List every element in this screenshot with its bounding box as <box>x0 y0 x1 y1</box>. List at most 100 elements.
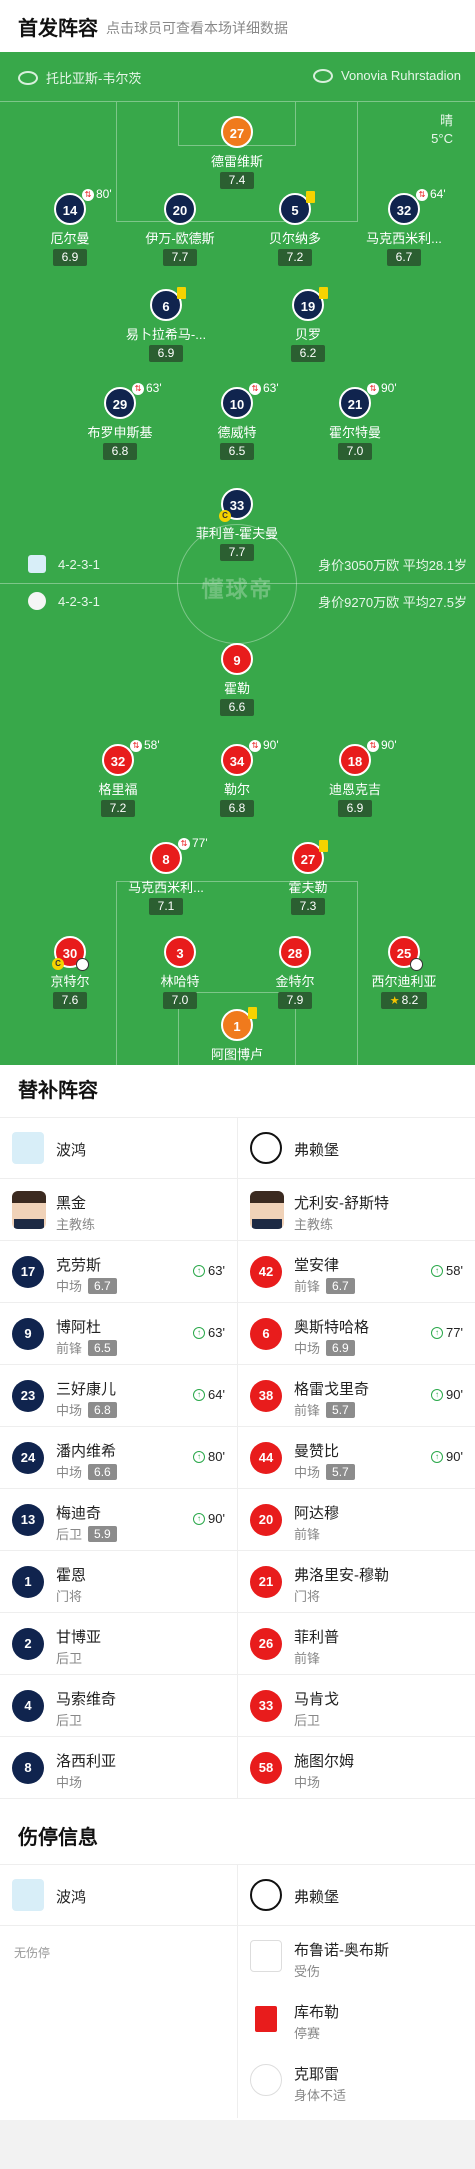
sub-off-icon: ⇅ <box>82 188 94 201</box>
jersey-number: 24 <box>12 1442 44 1474</box>
away-sub-player[interactable]: 20 阿达穆 前锋 <box>237 1489 475 1550</box>
injured-player[interactable]: 布鲁诺-奥布斯 受伤 <box>238 1926 475 1988</box>
home-player[interactable]: 20 伊万-欧德斯 7.7 <box>120 193 240 266</box>
jersey-number: 2 <box>12 1628 44 1660</box>
away-player[interactable]: 8 ⇅ 77' 马克西米利... 7.1 <box>106 836 226 915</box>
away-sub-player[interactable]: 26 菲利普 前锋 <box>237 1613 475 1674</box>
sub-on-icon: ↑ <box>193 1388 206 1401</box>
player-name: 布鲁诺-奥布斯 <box>294 1942 389 1959</box>
away-player[interactable]: 9 霍勒 6.6 <box>177 643 297 716</box>
sub-on-time: ↑ 90' <box>193 1511 225 1526</box>
home-sub-player[interactable]: 9 博阿杜 前锋 6.5 ↑ 63' <box>0 1303 237 1364</box>
player-name: 德雷维斯 <box>210 154 263 169</box>
away-sub-player[interactable]: 42 堂安律 前锋 6.7 ↑ 58' <box>237 1241 475 1302</box>
player-name: 菲利普 <box>294 1629 340 1646</box>
home-sub-player[interactable]: 2 甘博亚 后卫 <box>0 1613 237 1674</box>
away-player[interactable]: 32 ⇅ 58' 格里福 7.2 <box>58 738 178 817</box>
away-squad-value: 身价9270万欧 平均27.5岁 <box>318 595 467 610</box>
player-name: 西尔迪利亚 <box>371 974 437 989</box>
home-sub-player[interactable]: 4 马索维奇 后卫 <box>0 1675 237 1736</box>
sub-off-icon: ⇅ <box>367 739 379 752</box>
injured-player[interactable]: 库布勒 停赛 <box>238 1988 475 2050</box>
home-sub-player[interactable]: 17 克劳斯 中场 6.7 ↑ 63' <box>0 1241 237 1302</box>
jersey-number: 42 <box>250 1256 282 1288</box>
no-injury-text: 无伤停 <box>14 1946 51 1960</box>
home-coach[interactable]: 黑金 主教练 <box>0 1179 237 1240</box>
player-name: 梅迪奇 <box>56 1505 102 1522</box>
home-sub-player[interactable]: 13 梅迪奇 后卫 5.9 ↑ 90' <box>0 1489 237 1550</box>
player-rating: 6.6 <box>220 699 254 716</box>
first-aid-icon <box>250 1940 282 1972</box>
bochum-logo-icon <box>28 555 46 573</box>
player-name: 阿达穆 <box>294 1505 340 1522</box>
player-rating: 6.5 <box>220 443 254 460</box>
away-team-tab[interactable]: 弗赖堡 <box>237 1118 475 1178</box>
player-rating: 7.3 <box>291 898 325 915</box>
home-team-tab[interactable]: 波鸿 <box>0 1865 237 1925</box>
away-sub-player[interactable]: 21 弗洛里安-穆勒 门将 <box>237 1551 475 1612</box>
away-sub-player[interactable]: 44 曼赞比 中场 5.7 ↑ 90' <box>237 1427 475 1488</box>
player-name: 迪恩克吉 <box>328 782 381 797</box>
home-team-tab[interactable]: 波鸿 <box>0 1118 237 1178</box>
home-player[interactable]: 19 贝罗 6.2 <box>248 287 368 362</box>
away-formation: 4-2-3-1 <box>28 592 100 610</box>
away-sub-player[interactable]: 38 格雷戈里奇 前锋 5.7 ↑ 90' <box>237 1365 475 1426</box>
home-player[interactable]: 29 ⇅ 63' 布罗申斯基 6.8 <box>60 381 180 460</box>
jersey-number: 10 ⇅ 63' <box>221 381 279 419</box>
away-player[interactable]: 34 ⇅ 90' 勒尔 6.8 <box>177 738 297 817</box>
player-name: 易卜拉希马-... <box>125 327 207 342</box>
player-position: 中场 <box>56 1775 83 1790</box>
home-player[interactable]: 27 德雷维斯 7.4 <box>177 116 297 189</box>
sub-row: 1 霍恩 门将 21 弗洛里安-穆勒 门将 <box>0 1551 475 1613</box>
away-sub-player[interactable]: 33 马肯戈 后卫 <box>237 1675 475 1736</box>
sub-row: 8 洛西利亚中场 58 施图尔姆 中场 <box>0 1737 475 1799</box>
jersey-number: 6 <box>150 287 186 321</box>
jersey-number: 20 <box>250 1504 282 1536</box>
home-player[interactable]: 10 ⇅ 63' 德威特 6.5 <box>177 381 297 460</box>
away-player[interactable]: 30 C 京特尔 7.6 <box>10 936 130 1009</box>
home-player[interactable]: 32 ⇅ 64' 马克西米利... 6.7 <box>344 187 464 266</box>
jersey-number: 6 <box>250 1318 282 1350</box>
home-player[interactable]: 33 C 菲利普-霍夫曼 7.7 <box>177 488 297 561</box>
player-name: 格雷戈里奇 <box>294 1381 370 1398</box>
away-player[interactable]: 18 ⇅ 90' 迪恩克吉 6.9 <box>295 738 415 817</box>
home-player[interactable]: 14 ⇅ 80' 厄尔曼 6.9 <box>10 187 130 266</box>
home-player[interactable]: 21 ⇅ 90' 霍尔特曼 7.0 <box>295 381 415 460</box>
injured-player[interactable]: 克耶雷 身体不适 <box>238 2050 475 2112</box>
away-sub-player[interactable]: 58 施图尔姆 中场 <box>237 1737 475 1798</box>
away-player[interactable]: 27 霍夫勒 7.3 <box>248 840 368 915</box>
away-coach[interactable]: 尤利安-舒斯特 主教练 <box>237 1179 475 1240</box>
away-player[interactable]: 3 林哈特 7.0 <box>120 936 240 1009</box>
player-rating: 7.7 <box>163 249 197 266</box>
sub-on-icon: ↑ <box>431 1388 444 1401</box>
home-player[interactable]: 5 贝尔纳多 7.2 <box>235 191 355 266</box>
away-player[interactable]: 1阿图博卢7.8 <box>177 1007 297 1065</box>
player-name: 洛西利亚 <box>56 1753 117 1770</box>
freiburg-logo-icon <box>28 592 46 610</box>
player-name: 潘内维希 <box>56 1443 117 1460</box>
away-player[interactable]: 25 西尔迪利亚 ★ 8.2 <box>344 936 464 1009</box>
home-sub-player[interactable]: 8 洛西利亚中场 <box>0 1737 237 1798</box>
jersey-number: 29 ⇅ 63' <box>104 381 162 419</box>
jersey-number: 8 ⇅ 77' <box>150 836 208 874</box>
jersey-number: 1 <box>221 1007 257 1041</box>
player-rating: 6.8 <box>220 800 254 817</box>
away-sub-player[interactable]: 6 奥斯特哈格 中场 6.9 ↑ 77' <box>237 1303 475 1364</box>
jersey-number: 33 C <box>219 488 253 522</box>
home-sub-player[interactable]: 24 潘内维希 中场 6.6 ↑ 80' <box>0 1427 237 1488</box>
away-team-tab[interactable]: 弗赖堡 <box>237 1865 475 1925</box>
player-name: 林哈特 <box>160 974 200 989</box>
sub-on-icon: ↑ <box>193 1512 206 1525</box>
player-rating: 7.4 <box>220 172 254 189</box>
jersey-number: 38 <box>250 1380 282 1412</box>
player-name: 金特尔 <box>275 974 315 989</box>
jersey-number: 8 <box>12 1752 44 1784</box>
away-player[interactable]: 28 金特尔 7.9 <box>235 936 355 1009</box>
player-rating: ★ 8.2 <box>381 992 427 1009</box>
home-sub-player[interactable]: 1 霍恩 门将 <box>0 1551 237 1612</box>
player-name: 库布勒 <box>294 2004 340 2021</box>
home-player[interactable]: 6 易卜拉希马-... 6.9 <box>106 287 226 362</box>
home-formation: 4-2-3-1 <box>28 555 100 573</box>
home-sub-player[interactable]: 23 三好康儿 中场 6.8 ↑ 64' <box>0 1365 237 1426</box>
player-name: 马索维奇 <box>56 1691 117 1708</box>
